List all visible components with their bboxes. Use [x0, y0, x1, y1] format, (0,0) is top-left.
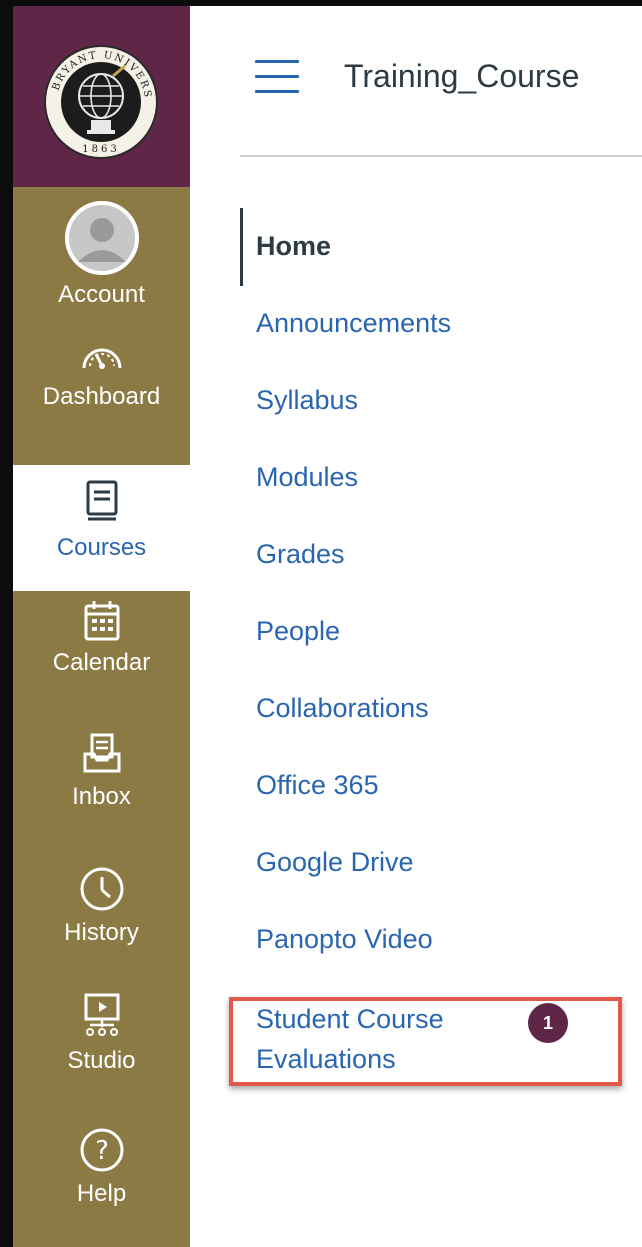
- global-nav-account[interactable]: Account: [13, 198, 190, 324]
- global-nav-calendar[interactable]: Calendar: [13, 598, 190, 724]
- global-nav-inbox-label: Inbox: [72, 783, 131, 810]
- global-nav-dashboard-label: Dashboard: [42, 383, 161, 410]
- help-question-icon: ?: [80, 1128, 123, 1172]
- hamburger-bar: [255, 60, 299, 63]
- course-nav-people[interactable]: People: [256, 613, 340, 649]
- course-nav-modules[interactable]: Modules: [256, 459, 358, 495]
- global-nav-inbox[interactable]: Inbox: [13, 730, 190, 856]
- hamburger-bar: [255, 90, 299, 93]
- course-nav-home[interactable]: Home: [256, 228, 331, 264]
- course-nav-announcements[interactable]: Announcements: [256, 305, 451, 341]
- course-nav-office-365[interactable]: Office 365: [256, 767, 379, 803]
- studio-screen-icon: [84, 993, 119, 1036]
- account-avatar-icon: [64, 201, 139, 275]
- global-nav-courses-label: Courses: [56, 534, 147, 561]
- global-nav-account-label: Account: [58, 281, 145, 308]
- course-nav-collaborations[interactable]: Collaborations: [256, 690, 429, 726]
- global-nav-dashboard[interactable]: Dashboard: [13, 332, 190, 458]
- university-seal-icon: BRYANT UNIVERSITY 1863: [43, 44, 158, 159]
- global-nav-history[interactable]: History: [13, 862, 190, 988]
- global-nav-help-label: Help: [76, 1180, 127, 1207]
- course-nav-syllabus[interactable]: Syllabus: [256, 382, 358, 418]
- inbox-tray-icon: [83, 733, 120, 773]
- course-menu-toggle-button[interactable]: [255, 60, 299, 94]
- calendar-icon: [84, 601, 119, 641]
- global-navigation: BRYANT UNIVERSITY 1863 Account Dashboard: [13, 6, 190, 1247]
- university-logo[interactable]: BRYANT UNIVERSITY 1863: [13, 6, 190, 187]
- global-nav-courses[interactable]: Courses: [13, 465, 190, 591]
- highlight-annotation-box: [229, 997, 622, 1086]
- window-frame-left: [0, 0, 13, 1247]
- course-nav-grades[interactable]: Grades: [256, 536, 345, 572]
- header-divider: [240, 155, 642, 157]
- course-nav-panopto-video[interactable]: Panopto Video: [256, 921, 433, 957]
- course-title-breadcrumb[interactable]: Training_Course: [344, 58, 579, 95]
- global-nav-studio-label: Studio: [67, 1047, 136, 1074]
- global-nav-studio[interactable]: Studio: [13, 992, 190, 1118]
- history-clock-icon: [80, 867, 123, 911]
- seal-year: 1863: [82, 144, 119, 155]
- global-nav-history-label: History: [64, 919, 139, 946]
- dashboard-gauge-icon: [82, 348, 121, 369]
- active-item-indicator: [240, 208, 243, 286]
- hamburger-bar: [255, 75, 299, 78]
- global-nav-help[interactable]: ? Help: [13, 1123, 190, 1247]
- courses-book-icon: [86, 480, 117, 521]
- global-nav-calendar-label: Calendar: [52, 649, 151, 676]
- svg-text:?: ?: [95, 1136, 109, 1166]
- course-nav-google-drive[interactable]: Google Drive: [256, 844, 414, 880]
